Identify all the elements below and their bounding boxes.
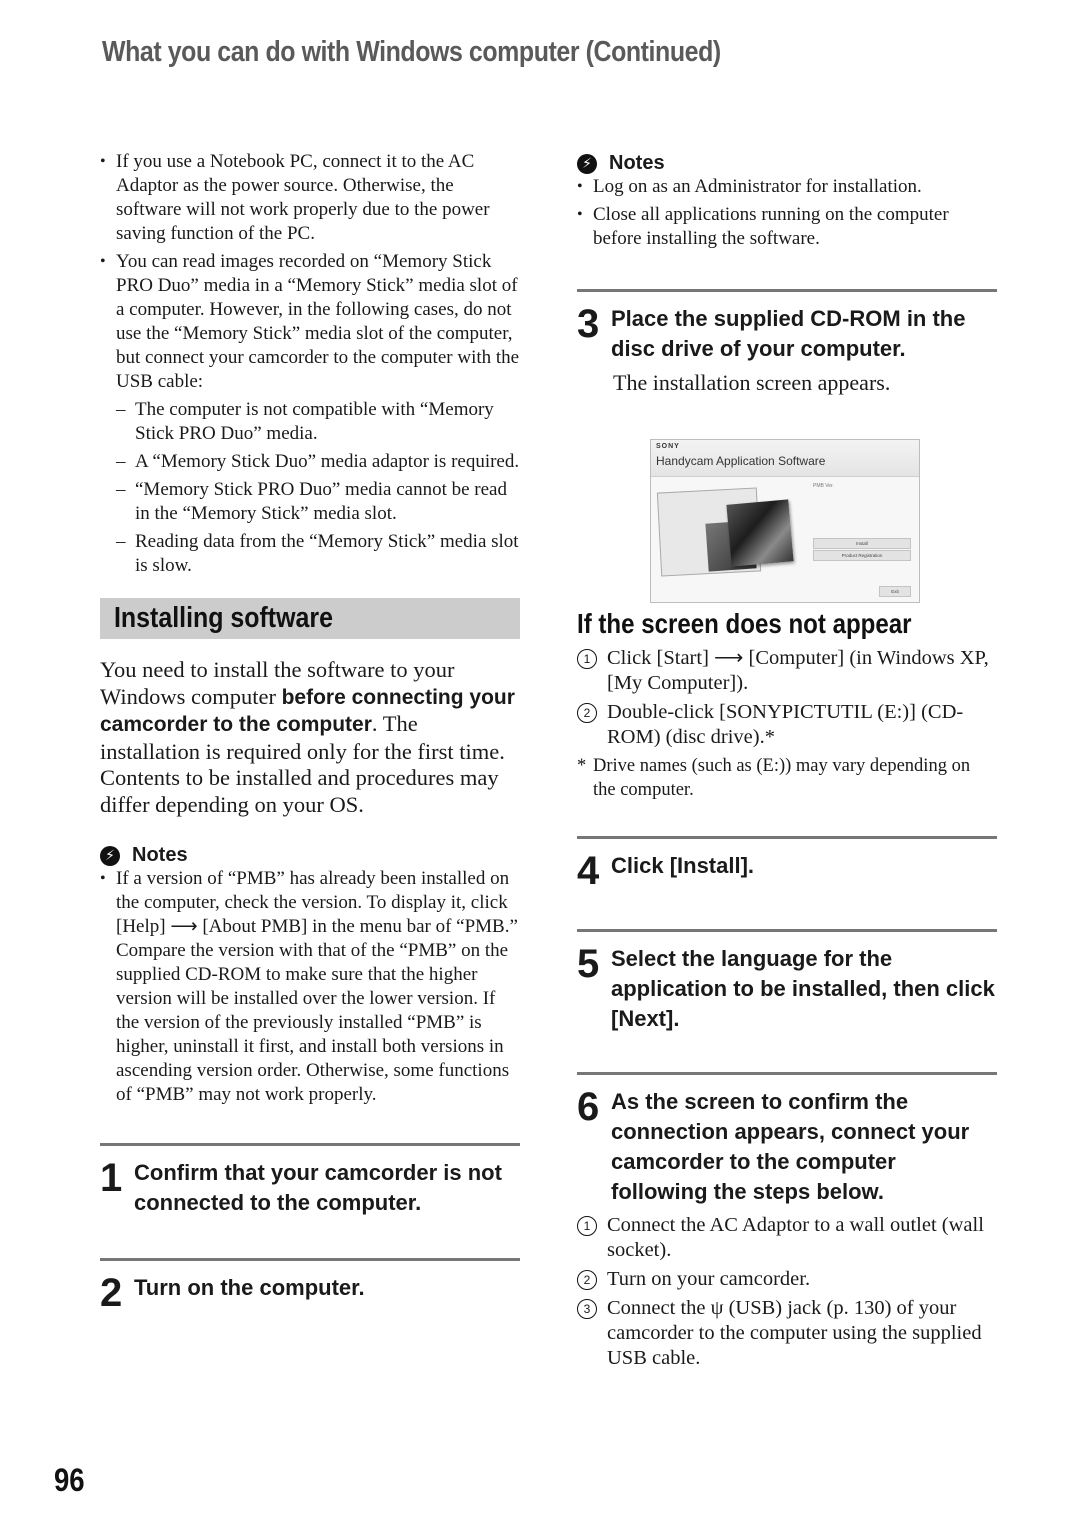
step-1: 1 Confirm that your camcorder is not con… bbox=[100, 1156, 520, 1218]
circled-number-2: 2 bbox=[577, 703, 597, 723]
dash-item: “Memory Stick PRO Duo” media cannot be r… bbox=[100, 478, 520, 526]
dash-item: Reading data from the “Memory Stick” med… bbox=[100, 530, 520, 578]
footnote: * Drive names (such as (E:)) may vary de… bbox=[577, 754, 997, 802]
bullet-item: If you use a Notebook PC, connect it to … bbox=[100, 150, 520, 246]
step-divider bbox=[577, 929, 997, 932]
step-number: 5 bbox=[577, 942, 600, 986]
step-3-result: The installation screen appears. bbox=[613, 370, 891, 395]
intro-text-os: Contents to be installed and procedures … bbox=[100, 765, 499, 817]
fallback-heading: If the screen does not appear bbox=[577, 608, 997, 646]
step-number: 3 bbox=[577, 302, 600, 346]
right-column: ⚡ Notes Log on as an Administrator for i… bbox=[577, 150, 997, 1375]
connection-step-text: Connect the AC Adaptor to a wall outlet … bbox=[607, 1214, 984, 1261]
step-3: 3 Place the supplied CD-ROM in the disc … bbox=[577, 302, 997, 364]
circled-number-2: 2 bbox=[577, 1270, 597, 1290]
step-number: 6 bbox=[577, 1085, 600, 1129]
notes-list: Log on as an Administrator for installat… bbox=[577, 175, 997, 251]
fallback-step: 2 Double-click [SONYPICTUTIL (E:)] (CD-RO… bbox=[577, 700, 997, 750]
step-divider bbox=[577, 289, 997, 292]
installer-exit-button: Exit bbox=[879, 586, 911, 597]
circled-number-1: 1 bbox=[577, 1216, 597, 1236]
installer-photo-image bbox=[726, 499, 794, 567]
step-number: 1 bbox=[100, 1156, 123, 1200]
note-item: Close all applications running on the co… bbox=[577, 203, 997, 251]
installer-install-button: Install bbox=[813, 538, 911, 549]
notes-heading: ⚡ Notes bbox=[577, 152, 997, 175]
footnote-text: Drive names (such as (E:)) may vary depe… bbox=[593, 756, 971, 800]
step-divider bbox=[100, 1143, 520, 1146]
dash-item: The computer is not compatible with “Mem… bbox=[100, 398, 520, 446]
bullet-item: You can read images recorded on “Memory … bbox=[100, 250, 520, 578]
section-heading-bar: Installing software bbox=[100, 598, 520, 639]
fallback-title: If the screen does not appear bbox=[577, 608, 912, 639]
step-text: Place the supplied CD-ROM in the disc dr… bbox=[611, 306, 966, 361]
step-text: As the screen to confirm the connection … bbox=[611, 1089, 970, 1204]
note-item: Log on as an Administrator for installat… bbox=[577, 175, 997, 199]
page-number: 96 bbox=[54, 1462, 85, 1498]
connection-step: 1 Connect the AC Adaptor to a wall outlet… bbox=[577, 1213, 997, 1263]
step-text: Click [Install]. bbox=[611, 853, 755, 878]
step-4: 4 Click [Install]. bbox=[577, 849, 997, 891]
installer-header: SONY Handycam Application Software bbox=[651, 440, 919, 477]
dash-item: A “Memory Stick Duo” media adaptor is re… bbox=[100, 450, 520, 474]
installer-product-registration-button: Product Registration bbox=[813, 550, 911, 561]
bullet-text: You can read images recorded on “Memory … bbox=[116, 251, 520, 392]
step-divider bbox=[100, 1258, 520, 1261]
installer-title: Handycam Application Software bbox=[656, 454, 826, 468]
page-header-title: What you can do with Windows computer (C… bbox=[102, 36, 721, 68]
connection-steps: 1 Connect the AC Adaptor to a wall outlet… bbox=[577, 1213, 997, 1371]
caution-lightning-icon: ⚡ bbox=[100, 845, 120, 866]
step-text: Confirm that your camcorder is not conne… bbox=[134, 1160, 502, 1215]
footnote-mark: * bbox=[577, 756, 587, 776]
notes-label: Notes bbox=[132, 844, 188, 866]
fallback-step-text: Click [Start] ⟶ [Computer] (in Windows X… bbox=[607, 647, 989, 694]
step-number: 4 bbox=[577, 849, 600, 893]
connection-step-text: Connect the ψ (USB) jack (p. 130) of you… bbox=[607, 1297, 982, 1369]
step-divider bbox=[577, 836, 997, 839]
connection-step: 3 Connect the ψ (USB) jack (p. 130) of yo… bbox=[577, 1296, 997, 1371]
step-2: 2 Turn on the computer. bbox=[100, 1271, 520, 1313]
intro-bullet-list: If you use a Notebook PC, connect it to … bbox=[100, 150, 520, 578]
step-5: 5 Select the language for the applicatio… bbox=[577, 942, 997, 1034]
connection-step: 2 Turn on your camcorder. bbox=[577, 1267, 997, 1292]
left-column: If you use a Notebook PC, connect it to … bbox=[100, 150, 520, 1313]
step-divider bbox=[577, 1072, 997, 1075]
fallback-step: 1 Click [Start] ⟶ [Computer] (in Windows … bbox=[577, 646, 997, 696]
step-text: Select the language for the application … bbox=[611, 946, 995, 1031]
step-6: 6 As the screen to confirm the connectio… bbox=[577, 1085, 997, 1207]
installer-brand: SONY bbox=[656, 443, 680, 450]
circled-number-3: 3 bbox=[577, 1299, 597, 1319]
dash-list: The computer is not compatible with “Mem… bbox=[116, 398, 520, 578]
intro-paragraph: You need to install the software to your… bbox=[100, 657, 520, 818]
fallback-step-text: Double-click [SONYPICTUTIL (E:)] (CD-ROM… bbox=[607, 701, 964, 748]
notes-label: Notes bbox=[609, 152, 665, 174]
notes-heading: ⚡ Notes bbox=[100, 844, 520, 867]
note-item: If a version of “PMB” has already been i… bbox=[100, 867, 520, 1107]
caution-lightning-icon: ⚡ bbox=[577, 153, 597, 174]
step-text: Turn on the computer. bbox=[134, 1275, 365, 1300]
fallback-steps: 1 Click [Start] ⟶ [Computer] (in Windows … bbox=[577, 646, 997, 750]
connection-step-text: Turn on your camcorder. bbox=[607, 1268, 811, 1290]
installer-screenshot: SONY Handycam Application Software PMB V… bbox=[650, 439, 920, 603]
installer-version-label: PMB Ver. bbox=[813, 483, 834, 489]
section-title: Installing software bbox=[114, 602, 333, 634]
step-number: 2 bbox=[100, 1271, 123, 1315]
notes-list: If a version of “PMB” has already been i… bbox=[100, 867, 520, 1107]
circled-number-1: 1 bbox=[577, 649, 597, 669]
